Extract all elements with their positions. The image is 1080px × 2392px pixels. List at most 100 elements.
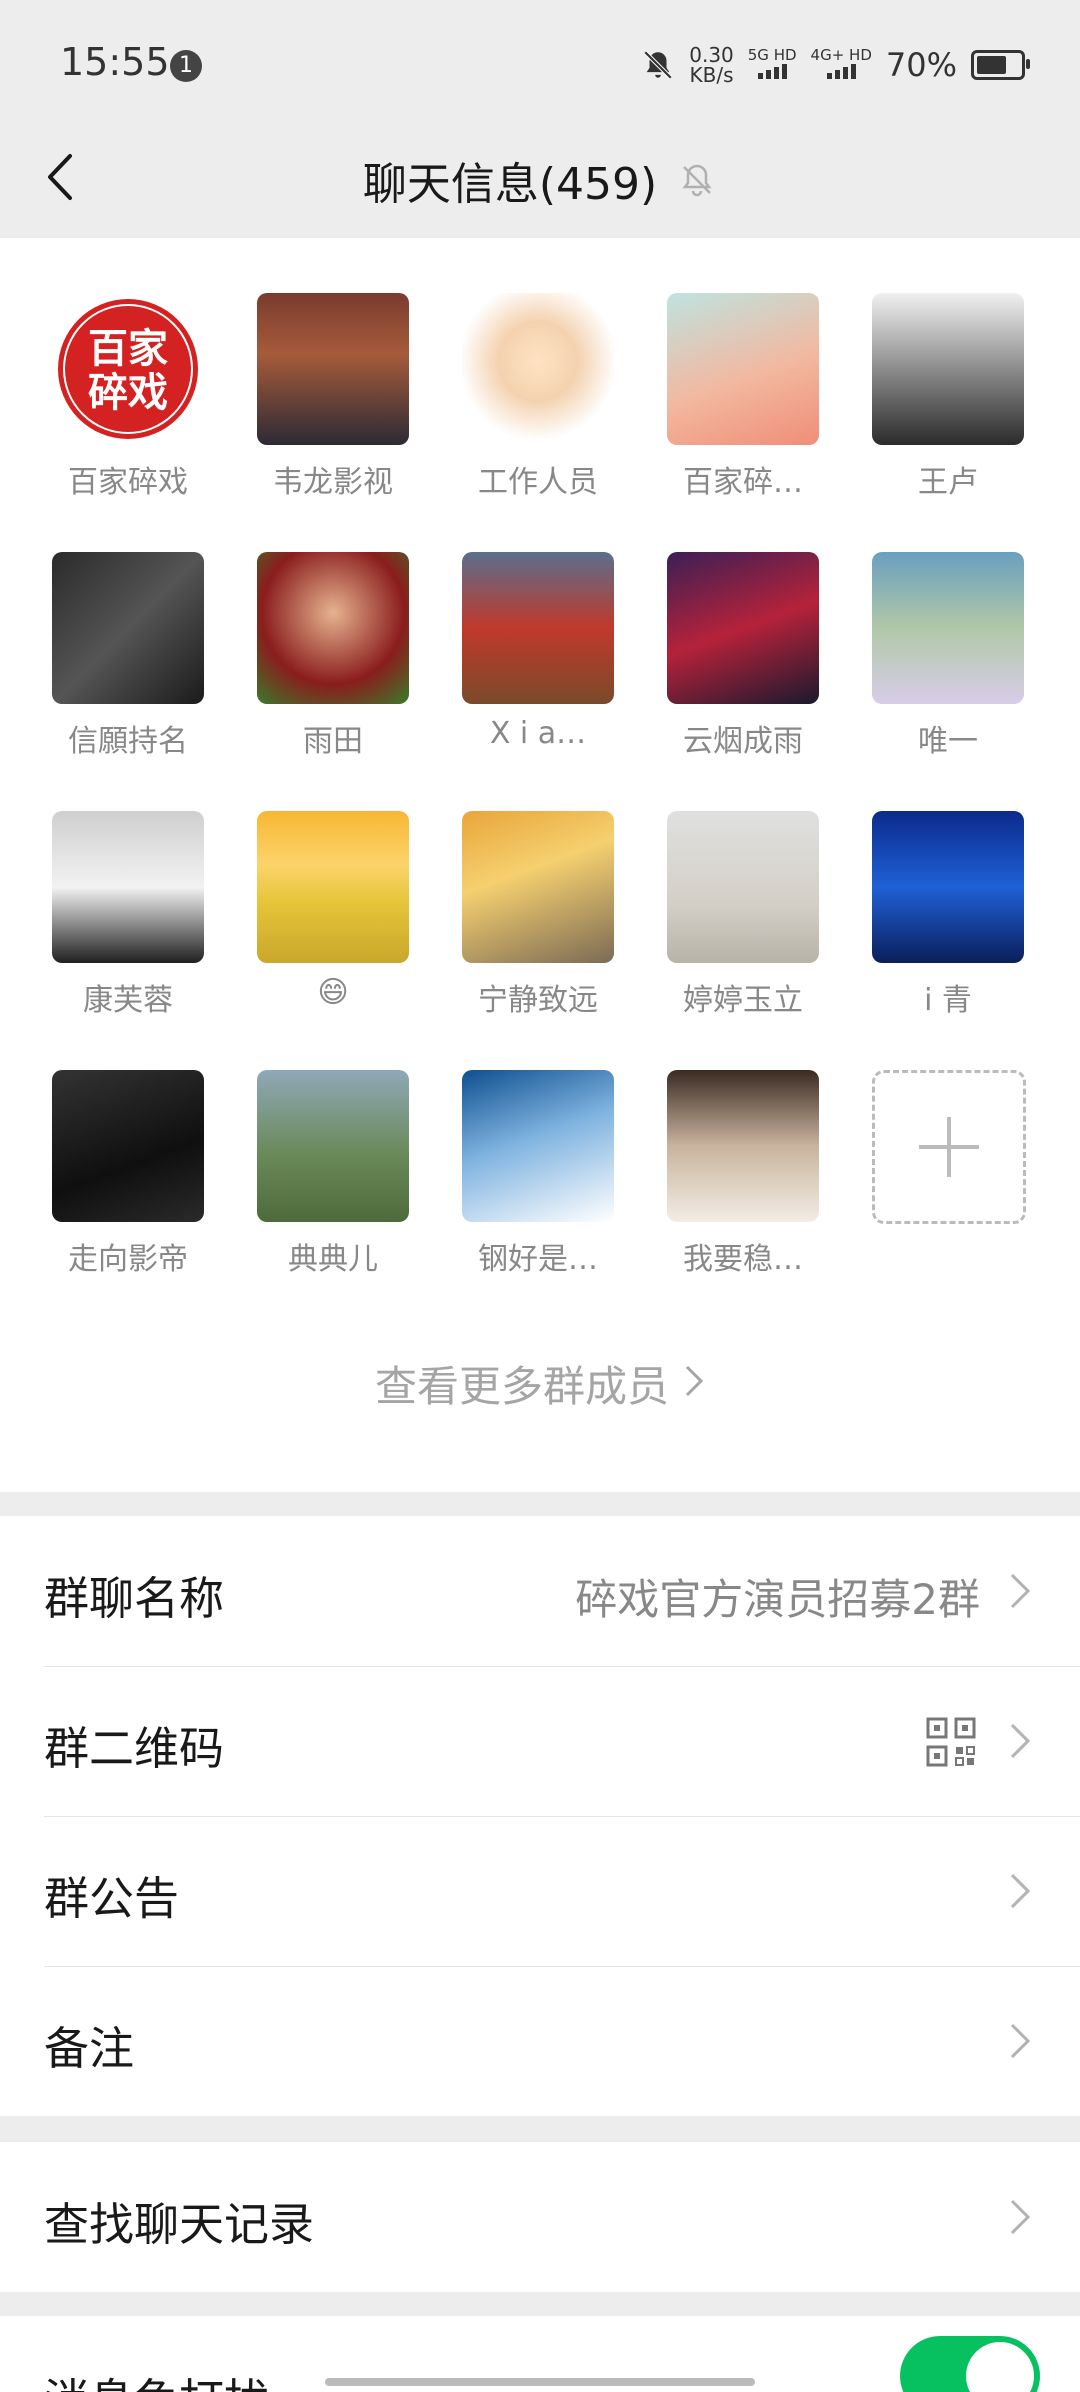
signal-5g: 5G HD <box>748 48 797 82</box>
avatar <box>872 293 1024 445</box>
member-item[interactable]: 韦龙影视 <box>257 293 409 552</box>
search-history-row[interactable]: 查找聊天记录 <box>0 2142 1080 2292</box>
member-item[interactable]: 工作人员 <box>462 293 614 552</box>
qr-code-icon <box>926 1717 976 1767</box>
signal-4g-label: 4G+ HD <box>810 46 872 64</box>
member-name: 工作人员 <box>478 465 598 500</box>
bell-off-status-icon <box>643 50 673 80</box>
avatar <box>667 1070 819 1222</box>
status-bar: 15:55 1 0.30 KB/s 5G HD 4G+ HD 70% <box>0 0 1080 130</box>
battery-percent: 70% <box>885 46 957 84</box>
remark-row[interactable]: 备注 <box>0 1966 1080 2116</box>
chevron-right-icon <box>1010 1873 1031 1909</box>
member-name: 我要稳… <box>683 1242 803 1277</box>
member-item[interactable]: 😄 <box>257 811 409 1070</box>
remark-label: 备注 <box>44 2022 135 2075</box>
member-name: 康芙蓉 <box>83 983 173 1018</box>
member-item[interactable]: X i a… <box>462 552 614 811</box>
member-item[interactable]: 百家碎戏 百家碎戏 <box>52 293 204 552</box>
signal-4g: 4G+ HD <box>811 48 872 82</box>
signal-bars-icon <box>826 63 856 79</box>
member-item[interactable]: 我要稳… <box>667 1070 819 1329</box>
member-item[interactable]: 走向影帝 <box>52 1070 204 1329</box>
member-name: 百家碎戏 <box>68 465 188 500</box>
avatar <box>462 552 614 704</box>
member-item[interactable]: 王卢 <box>872 293 1024 552</box>
notification-count-badge: 1 <box>170 50 202 82</box>
member-item[interactable]: 宁静致远 <box>462 811 614 1070</box>
search-history-label: 查找聊天记录 <box>44 2198 315 2251</box>
chevron-right-icon <box>1010 2199 1031 2235</box>
member-item[interactable]: 百家碎… <box>667 293 819 552</box>
home-indicator[interactable] <box>325 2378 755 2386</box>
group-qr-row[interactable]: 群二维码 <box>0 1666 1080 1816</box>
member-item[interactable]: 康芙蓉 <box>52 811 204 1070</box>
logo-text: 百家碎戏 <box>88 326 168 416</box>
bell-off-icon <box>682 164 712 197</box>
avatar <box>872 811 1024 963</box>
avatar <box>257 1070 409 1222</box>
chevron-right-icon <box>683 1361 705 1411</box>
member-name: X i a… <box>489 716 587 751</box>
group-name-value: 碎戏官方演员招募2群 <box>575 1575 980 1624</box>
members-grid: 百家碎戏 百家碎戏 韦龙影视 工作人员 百家碎… 王卢 信願持名 雨田 X i a… 云烟成雨 唯一… <box>52 293 1032 1329</box>
member-name: 百家碎… <box>683 465 803 500</box>
member-name: 云烟成雨 <box>683 724 803 759</box>
avatar <box>667 552 819 704</box>
net-speed: 0.30 KB/s <box>689 45 734 85</box>
member-name: 走向影帝 <box>68 1242 188 1277</box>
avatar <box>872 552 1024 704</box>
group-notice-row[interactable]: 群公告 <box>0 1816 1080 1966</box>
member-item[interactable]: 雨田 <box>257 552 409 811</box>
member-item[interactable]: 云烟成雨 <box>667 552 819 811</box>
avatar <box>257 811 409 963</box>
do-not-disturb-label: 消息免打扰 <box>44 2364 269 2392</box>
status-time: 15:55 <box>60 40 170 84</box>
members-panel: 百家碎戏 百家碎戏 韦龙影视 工作人员 百家碎… 王卢 信願持名 雨田 X i a… 云烟成雨 唯一… <box>0 238 1080 1492</box>
member-item[interactable]: i 青 <box>872 811 1024 1070</box>
net-speed-unit: KB/s <box>689 63 734 87</box>
plus-icon <box>872 1070 1026 1224</box>
group-name-row[interactable]: 群聊名称 碎戏官方演员招募2群 <box>0 1516 1080 1666</box>
member-name: 宁静致远 <box>478 983 598 1018</box>
battery-fill <box>977 56 1006 74</box>
add-member-button[interactable] <box>872 1070 1026 1329</box>
group-qr-label: 群二维码 <box>44 1722 225 1775</box>
avatar <box>667 293 819 445</box>
group-settings-section: 群聊名称 碎戏官方演员招募2群 群二维码 群公告 备注 <box>0 1516 1080 2116</box>
status-icons: 0.30 KB/s 5G HD 4G+ HD 70% <box>641 40 1030 90</box>
avatar <box>462 293 614 445</box>
signal-5g-label: 5G HD <box>747 46 797 64</box>
member-item[interactable]: 信願持名 <box>52 552 204 811</box>
member-item[interactable]: 钢好是… <box>462 1070 614 1329</box>
avatar <box>462 1070 614 1222</box>
avatar <box>52 1070 204 1222</box>
avatar <box>667 811 819 963</box>
avatar: 百家碎戏 <box>52 293 204 445</box>
toggle-knob <box>966 2342 1034 2392</box>
member-name: 韦龙影视 <box>273 465 393 500</box>
do-not-disturb-toggle[interactable] <box>900 2336 1040 2392</box>
view-more-members-label: 查看更多群成员 <box>374 1362 669 1411</box>
search-section: 查找聊天记录 <box>0 2142 1080 2292</box>
member-item[interactable]: 典典儿 <box>257 1070 409 1329</box>
member-name: 唯一 <box>918 724 978 759</box>
chevron-right-icon <box>1010 2023 1031 2059</box>
chevron-right-icon <box>1010 1723 1031 1759</box>
member-name: 王卢 <box>918 465 978 500</box>
member-name: 婷婷玉立 <box>683 983 803 1018</box>
page-title: 聊天信息(459) <box>362 159 658 210</box>
member-name: 信願持名 <box>68 724 188 759</box>
member-name: 钢好是… <box>478 1242 598 1277</box>
battery-icon <box>971 50 1030 80</box>
member-item[interactable]: 唯一 <box>872 552 1024 811</box>
member-name: 典典儿 <box>288 1242 378 1277</box>
net-speed-value: 0.30 <box>689 43 734 67</box>
view-more-members-button[interactable]: 查看更多群成员 <box>0 1353 1080 1414</box>
member-name: i 青 <box>924 983 972 1018</box>
member-item[interactable]: 婷婷玉立 <box>667 811 819 1070</box>
avatar <box>257 293 409 445</box>
avatar <box>462 811 614 963</box>
group-notice-label: 群公告 <box>44 1872 180 1925</box>
member-name: 雨田 <box>303 724 363 759</box>
